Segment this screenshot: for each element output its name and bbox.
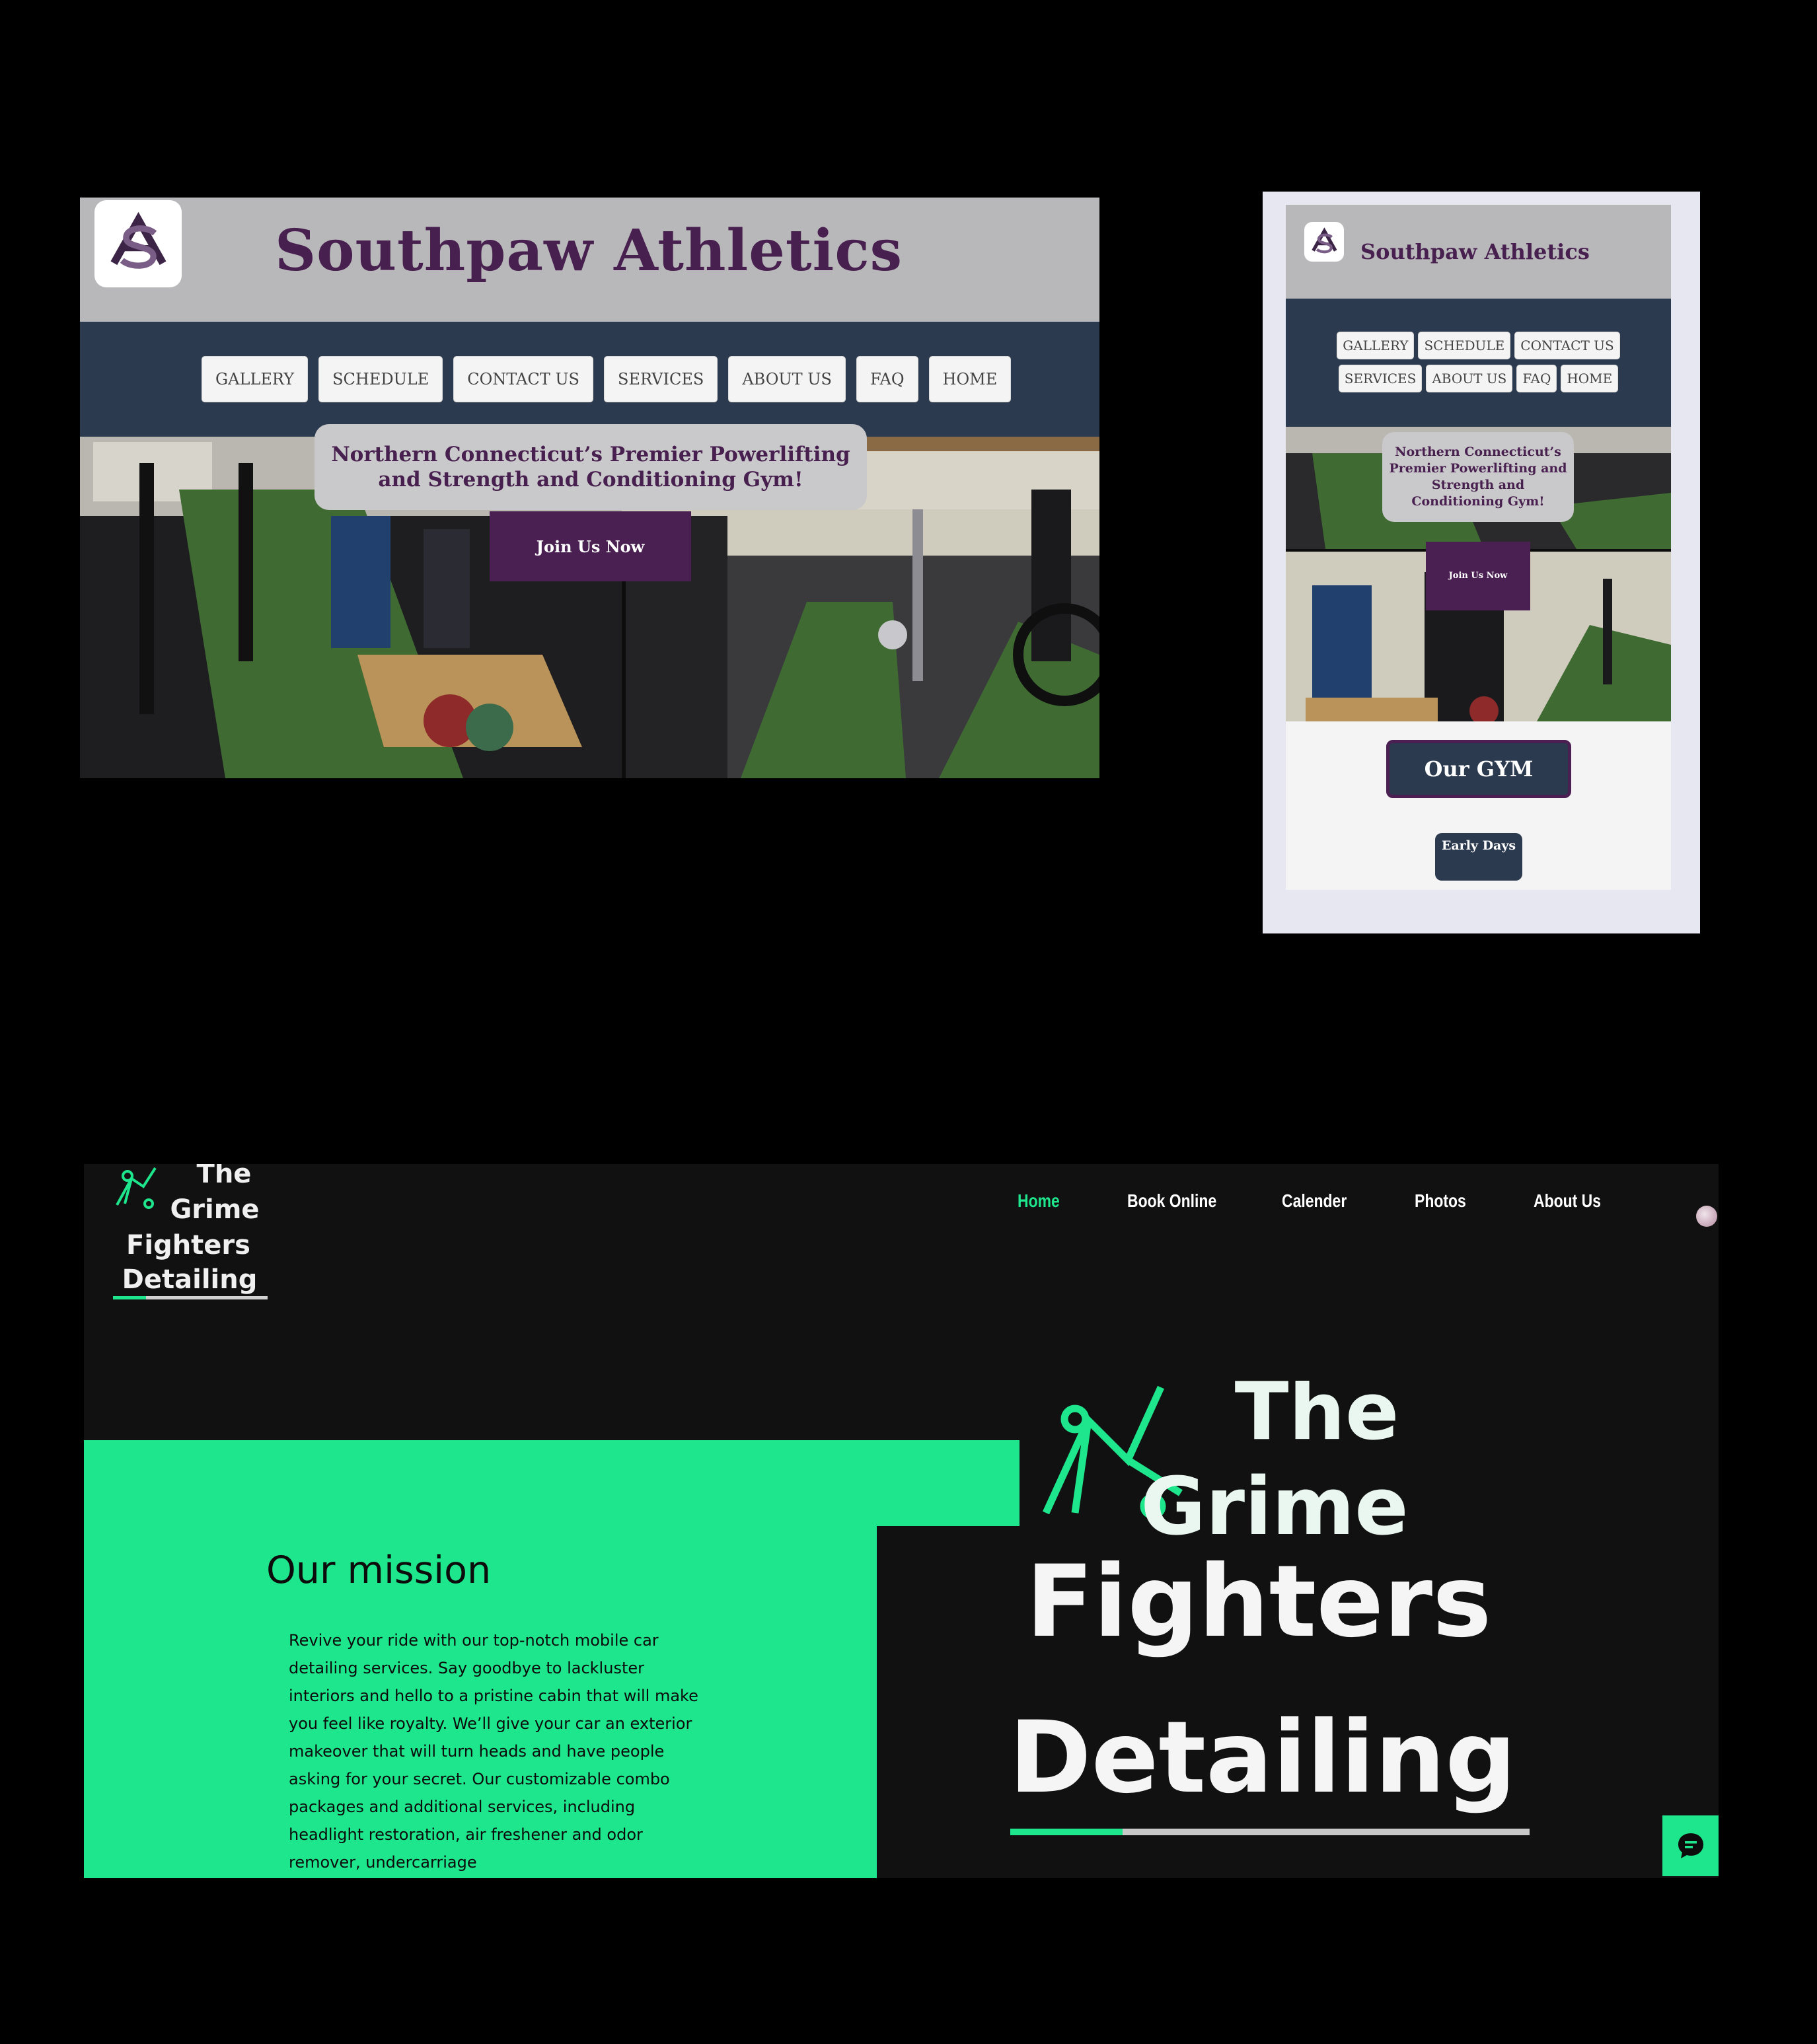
southpaw-desktop-screenshot: Southpaw Athletics GALLERY SCHEDULE CONT… [80,198,1099,778]
hero-logo-line-fighters: Fighters [1026,1545,1492,1660]
hero-logo-line-the: The [1235,1381,1399,1458]
sa-monogram-icon [1311,227,1337,253]
mobile-nav: GALLERY SCHEDULE CONTACT US SERVICES ABO… [1286,299,1671,427]
mobile-hero-tagline: Northern Connecticut’s Premier Powerlift… [1382,432,1574,522]
southpaw-mobile-screenshot: Southpaw Athletics GALLERY SCHEDULE CONT… [1286,205,1671,890]
chat-button[interactable] [1662,1815,1719,1876]
mobile-header: Southpaw Athletics [1286,205,1671,299]
chat-bubble-icon [1678,1833,1703,1858]
nav-home[interactable]: HOME [928,356,1012,402]
logo-line-grime: Grime [170,1194,259,1225]
logo-line-detailing: Detailing [122,1264,258,1295]
nav-schedule[interactable]: SCHEDULE [318,356,443,402]
hero-logo-line-detailing: Detailing [1009,1700,1516,1815]
main-nav: GALLERY SCHEDULE CONTACT US SERVICES ABO… [80,322,1099,437]
nav-gallery[interactable]: GALLERY [202,356,309,402]
mobile-site-title: Southpaw Athletics [1360,239,1590,264]
southpaw-mobile-frame: Southpaw Athletics GALLERY SCHEDULE CONT… [1263,192,1700,933]
nav-faq[interactable]: FAQ [856,356,918,402]
hero-logo: The Grime Fighters [1026,1381,1492,1660]
nav-photos[interactable]: Photos [1415,1190,1512,1212]
logo-line-fighters: Fighters [126,1230,250,1260]
nav-about-us[interactable]: ABOUT US [1426,365,1513,392]
nav-about-us[interactable]: About Us [1534,1190,1620,1212]
mobile-join-us-now-button[interactable]: Join Us Now [1426,542,1530,610]
nav-services[interactable]: SERVICES [604,356,718,402]
mission-text: Revive your ride with our top-notch mobi… [289,1631,698,1872]
fighter-figure-icon [116,1167,157,1209]
logo-line-the: The [197,1164,252,1189]
grime-fighters-screenshot: The Grime Fighters Detailing Home Book O… [84,1164,1719,1878]
join-us-now-button[interactable]: Join Us Now [490,511,691,581]
header-logo[interactable]: The Grime Fighters Detailing [112,1164,283,1303]
mission-title: Our mission [266,1549,492,1592]
mobile-logo[interactable] [1304,222,1344,262]
site-title: Southpaw Athletics [275,217,903,284]
hero-logo-line-grime: Grime [1140,1461,1408,1553]
nav-contact-us[interactable]: CONTACT US [1514,332,1620,359]
top-nav: Home Book Online Calender Photos About U… [1018,1190,1639,1212]
nav-schedule[interactable]: SCHEDULE [1418,332,1511,359]
sa-monogram-icon [110,211,166,269]
nav-book-online[interactable]: Book Online [1127,1190,1254,1212]
hero-logo-detailing: Detailing [1009,1700,1530,1835]
nav-home[interactable]: Home [1018,1190,1107,1212]
nav-calender[interactable]: Calender [1282,1190,1391,1212]
nav-gallery[interactable]: GALLERY [1337,332,1415,359]
early-days-button[interactable]: Early Days [1435,833,1522,881]
nav-about-us[interactable]: ABOUT US [728,356,846,402]
nav-services[interactable]: SERVICES [1338,365,1423,392]
our-gym-button[interactable]: Our GYM [1386,740,1571,798]
site-header: Southpaw Athletics [80,198,1099,322]
nav-home[interactable]: HOME [1561,365,1619,392]
nav-faq[interactable]: FAQ [1516,365,1557,392]
site-logo[interactable] [94,200,182,287]
user-avatar[interactable] [1696,1206,1717,1227]
nav-contact-us[interactable]: CONTACT US [453,356,593,402]
hero-tagline: Northern Connecticut’s Premier Powerlift… [315,424,867,510]
